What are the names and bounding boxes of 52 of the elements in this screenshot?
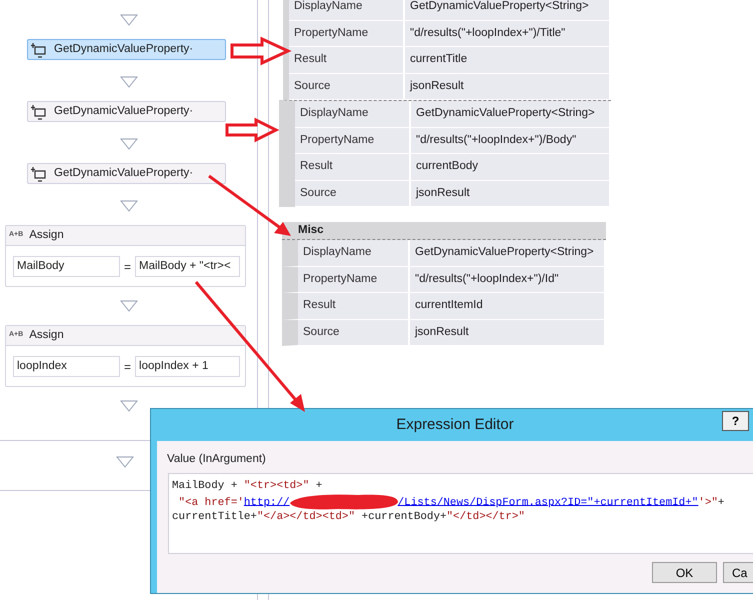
property-name: DisplayName xyxy=(295,101,411,126)
help-button[interactable]: ? xyxy=(722,411,749,431)
activity-icon xyxy=(31,166,47,182)
activity-icon xyxy=(31,42,47,58)
equals-sign: = xyxy=(124,258,132,276)
property-name: DisplayName xyxy=(289,0,405,20)
property-value[interactable]: jsonResult xyxy=(410,320,606,345)
property-value[interactable]: currentBody xyxy=(411,154,611,180)
drop-target-icon[interactable] xyxy=(116,456,134,468)
property-value[interactable]: GetDynamicValueProperty<String> xyxy=(405,0,611,20)
property-name: Result xyxy=(295,154,411,180)
property-value[interactable]: GetDynamicValueProperty<String> xyxy=(410,240,606,266)
drop-target-icon[interactable] xyxy=(120,400,138,412)
field-label: Value (InArgument) xyxy=(167,452,266,467)
activity-block[interactable]: GetDynamicValueProperty· xyxy=(27,39,226,60)
expression-field[interactable]: MailBody + "<tr><td>" + "<a href='http:// /Lists/News/DispForm.aspx?ID="+currentItemId+"'>"+ currentTitle+"</a></td><td>" +currentBody+"</td></tr>" xyxy=(168,473,753,554)
dialog-button[interactable]: Ca xyxy=(723,562,753,583)
activity-title: Assign xyxy=(29,328,64,343)
input-field[interactable]: loopIndex + 1 xyxy=(135,356,240,377)
property-name: DisplayName xyxy=(298,240,410,266)
property-name: PropertyName xyxy=(298,266,410,292)
property-name: PropertyName xyxy=(289,20,405,46)
property-name: Result xyxy=(298,293,410,318)
property-value[interactable]: "d/results("+loopIndex+")/Id" xyxy=(410,266,606,292)
annotation-arrow xyxy=(226,118,280,142)
property-name: Source xyxy=(295,180,411,206)
drop-target-icon[interactable] xyxy=(120,300,138,312)
property-value[interactable]: "d/results("+loopIndex+")/Body" xyxy=(411,128,611,153)
activity-icon xyxy=(31,104,47,120)
input-field[interactable]: loopIndex xyxy=(13,356,120,377)
property-value[interactable]: "d/results("+loopIndex+")/Title" xyxy=(405,20,611,46)
category-header[interactable]: Misc xyxy=(282,222,606,240)
property-name: PropertyName xyxy=(295,128,411,153)
property-value[interactable]: jsonResult xyxy=(411,180,611,206)
activity-title: Assign xyxy=(29,228,64,243)
property-value[interactable]: currentTitle xyxy=(405,47,611,72)
drop-target-icon[interactable] xyxy=(120,76,138,88)
input-field[interactable]: MailBody xyxy=(13,256,120,277)
input-field[interactable]: MailBody + "<tr>< xyxy=(135,256,240,277)
property-value[interactable]: currentItemId xyxy=(410,293,606,318)
activity-block[interactable]: GetDynamicValueProperty· xyxy=(27,101,226,122)
property-value[interactable]: GetDynamicValueProperty<String> xyxy=(411,101,611,126)
drop-target-icon[interactable] xyxy=(120,138,138,150)
activity-block[interactable]: GetDynamicValueProperty· xyxy=(27,163,226,184)
equals-sign: = xyxy=(124,358,132,376)
property-name: Source xyxy=(298,320,410,345)
annotation-arrow xyxy=(230,36,292,66)
drop-target-icon[interactable] xyxy=(120,14,138,26)
dialog-button[interactable]: OK xyxy=(652,562,717,583)
drop-target-icon[interactable] xyxy=(120,200,138,212)
dialog-title: Expression Editor xyxy=(396,414,514,435)
property-name: Result xyxy=(289,47,405,72)
